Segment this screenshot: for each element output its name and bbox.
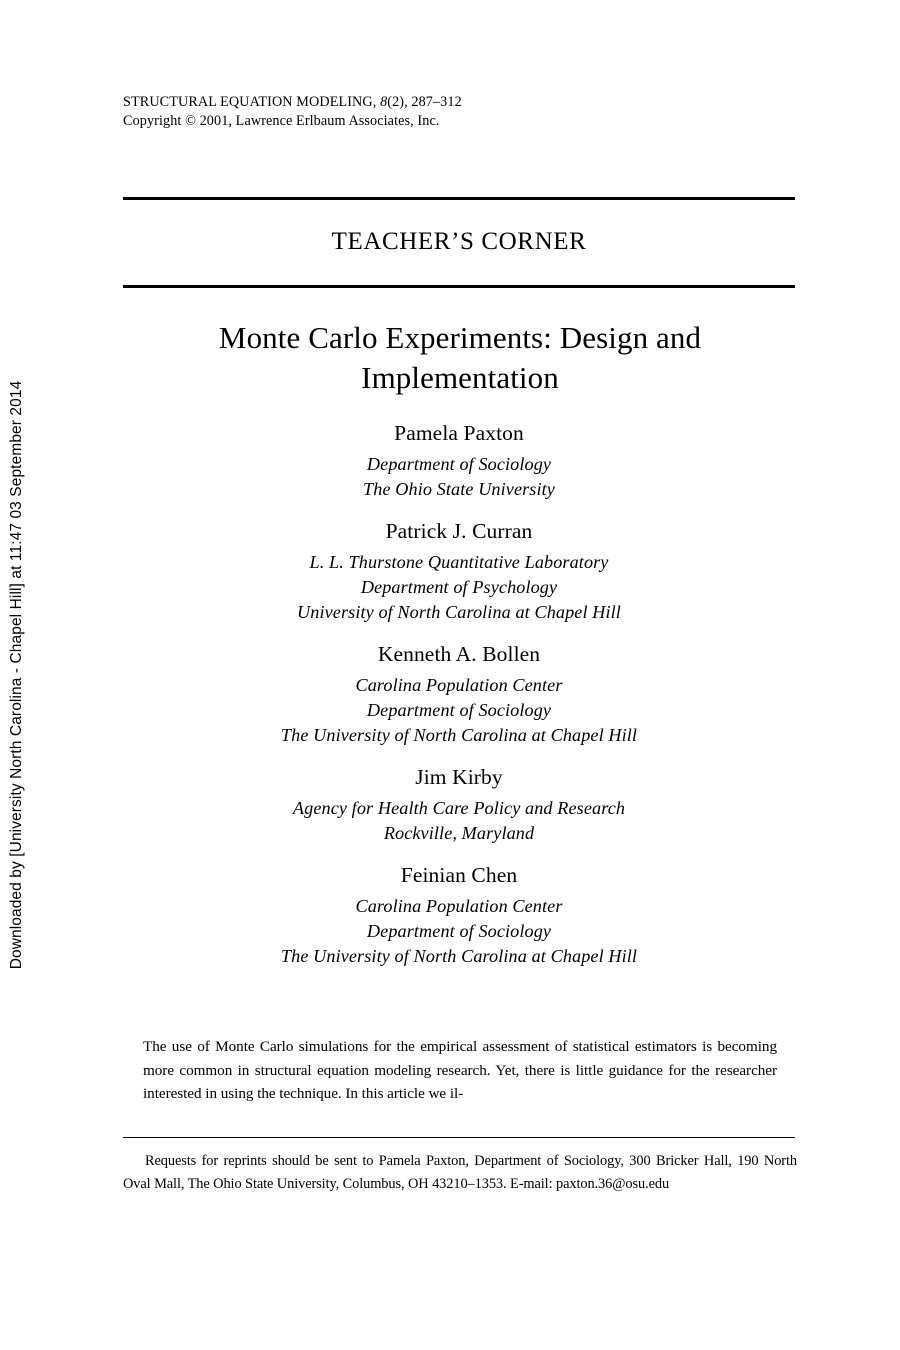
affiliation-line: The University of North Carolina at Chap… xyxy=(280,946,638,966)
author-block: Pamela Paxton Department of Sociology Th… xyxy=(123,420,795,502)
affiliation-line: Department of Psychology xyxy=(360,577,558,597)
download-stamp-text: Downloaded by [University North Carolina… xyxy=(8,380,25,970)
author-name: Kenneth A. Bollen xyxy=(377,642,541,666)
section-rule-bottom xyxy=(123,285,795,288)
affiliation-line: The Ohio State University xyxy=(363,479,555,499)
author-block: Kenneth A. Bollen Carolina Population Ce… xyxy=(123,641,795,748)
author-name: Pamela Paxton xyxy=(394,421,524,445)
journal-title: STRUCTURAL EQUATION MODELING, xyxy=(123,94,377,110)
affiliation-line: Rockville, Maryland xyxy=(383,823,535,843)
journal-header: STRUCTURAL EQUATION MODELING, 8(2), 287–… xyxy=(123,93,803,130)
affiliation-line: Department of Sociology xyxy=(366,454,552,474)
page-title: Monte Carlo Experiments: Design and Impl… xyxy=(140,318,780,398)
document-page: Downloaded by [University North Carolina… xyxy=(0,0,900,1350)
author-block: Feinian Chen Carolina Population Center … xyxy=(123,862,795,969)
author-block: Jim Kirby Agency for Health Care Policy … xyxy=(123,764,795,846)
abstract-text: The use of Monte Carlo simulations for t… xyxy=(143,1038,777,1102)
affiliation-line: Agency for Health Care Policy and Resear… xyxy=(292,798,626,818)
affiliation-line: Carolina Population Center xyxy=(355,896,563,916)
journal-copyright: Copyright © 2001, Lawrence Erlbaum Assoc… xyxy=(123,112,440,129)
section-rule-top xyxy=(123,197,795,200)
author-name: Jim Kirby xyxy=(415,765,503,789)
affiliation-line: Department of Sociology xyxy=(366,921,552,941)
author-name: Patrick J. Curran xyxy=(385,519,533,543)
affiliation-line: University of North Carolina at Chapel H… xyxy=(297,602,621,622)
download-stamp: Downloaded by [University North Carolina… xyxy=(0,0,34,1350)
section-banner: TEACHER’S CORNER xyxy=(331,228,587,255)
article-title-line-1: Monte Carlo Experiments: Design and xyxy=(218,320,702,355)
affiliation-line: Department of Sociology xyxy=(366,700,552,720)
article-title-line-2: Implementation xyxy=(361,360,559,395)
affiliation-line: Carolina Population Center xyxy=(355,675,563,695)
author-list: Pamela Paxton Department of Sociology Th… xyxy=(123,420,795,985)
journal-issue-pages: (2), 287–312 xyxy=(387,94,462,110)
journal-citation-line: STRUCTURAL EQUATION MODELING, 8(2), 287–… xyxy=(123,93,803,112)
author-block: Patrick J. Curran L. L. Thurstone Quanti… xyxy=(123,518,795,625)
affiliation-line: The University of North Carolina at Chap… xyxy=(280,725,638,745)
footnote-rule xyxy=(123,1137,795,1138)
author-name: Feinian Chen xyxy=(400,863,518,887)
affiliation-line: L. L. Thurstone Quantitative Laboratory xyxy=(309,552,609,572)
footnote-text: Requests for reprints should be sent to … xyxy=(123,1153,797,1192)
